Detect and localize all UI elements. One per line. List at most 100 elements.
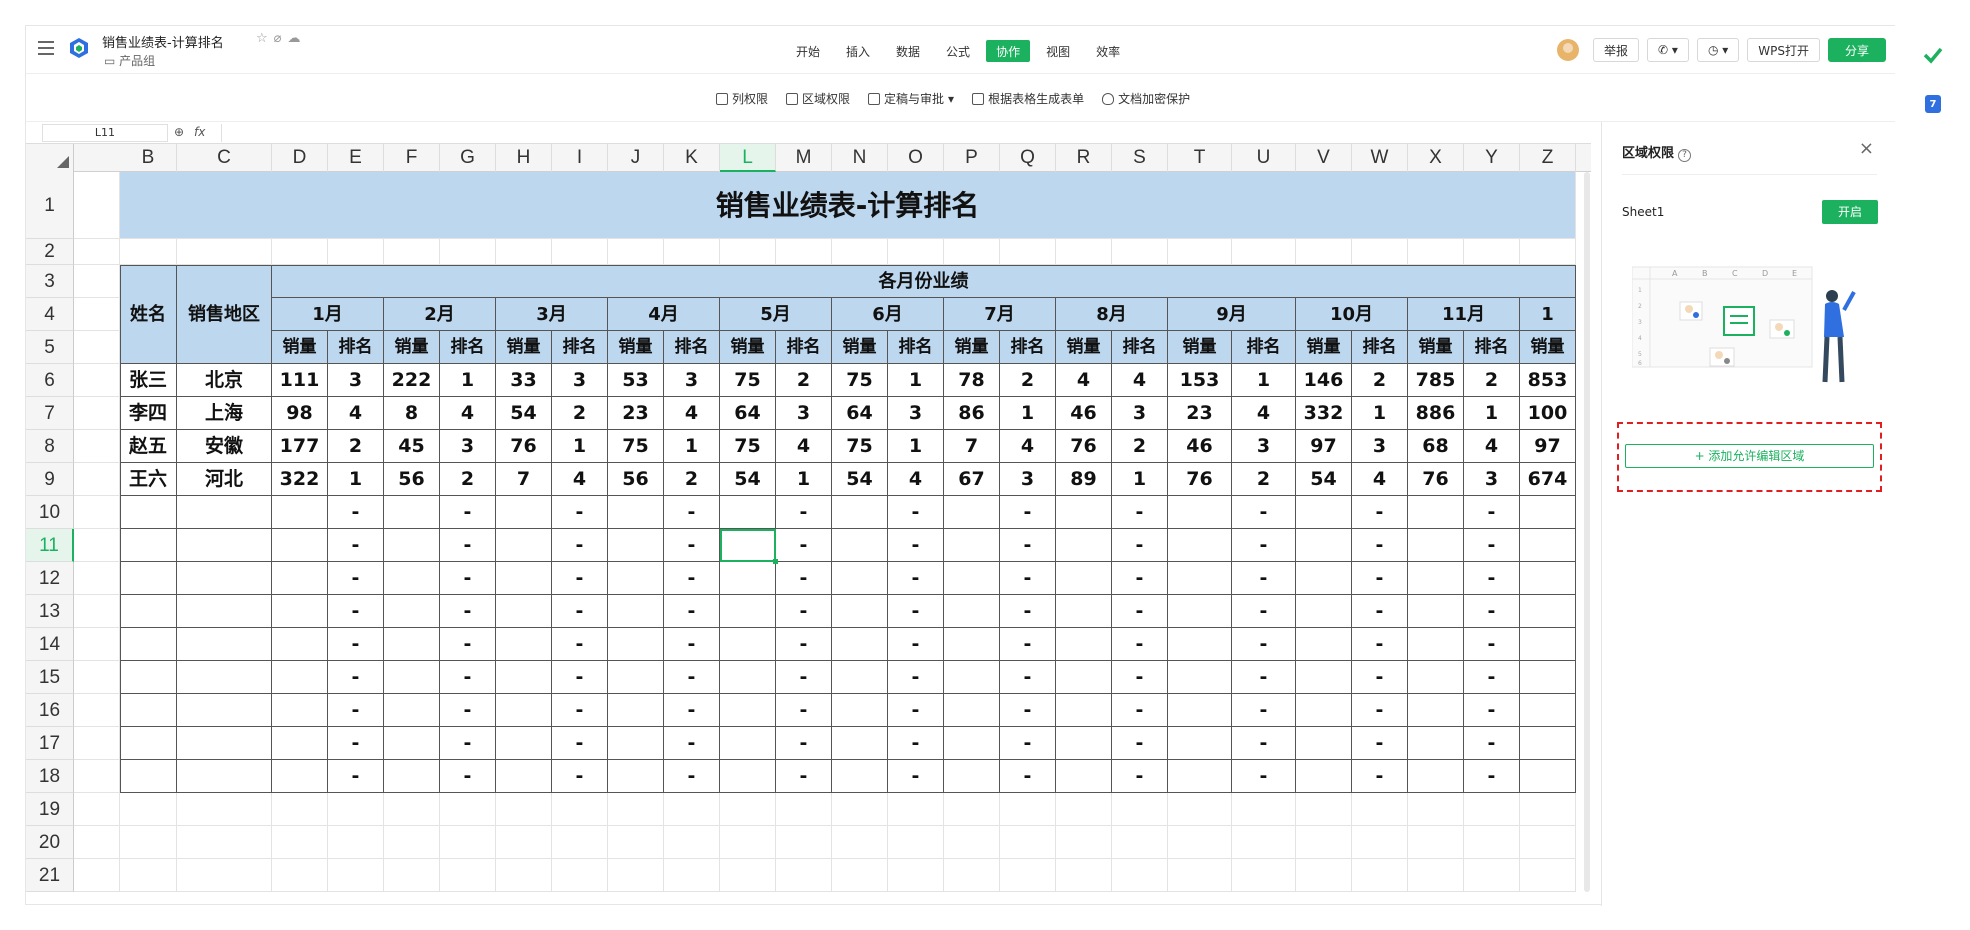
data-cell[interactable]: 1: [552, 430, 608, 463]
cell-empty[interactable]: [272, 694, 328, 727]
rank-placeholder-cell[interactable]: -: [888, 595, 944, 628]
data-cell[interactable]: 2: [1352, 364, 1408, 397]
rank-placeholder-cell[interactable]: -: [776, 595, 832, 628]
column-header-j[interactable]: J: [608, 144, 664, 172]
cell-empty[interactable]: [1296, 529, 1352, 562]
rank-placeholder-cell[interactable]: -: [1352, 529, 1408, 562]
data-cell[interactable]: 3: [1352, 430, 1408, 463]
cell-empty[interactable]: [384, 694, 440, 727]
cell-blank[interactable]: [1464, 239, 1520, 265]
cell-blank[interactable]: [1056, 793, 1112, 826]
add-editable-area-button[interactable]: + 添加允许编辑区域: [1625, 444, 1874, 468]
rank-subheader[interactable]: 排名: [1000, 331, 1056, 364]
cell-blank[interactable]: [1408, 239, 1464, 265]
cell-blank[interactable]: [177, 239, 272, 265]
cell-empty[interactable]: [1168, 628, 1232, 661]
cell-blank[interactable]: [776, 826, 832, 859]
cell-empty[interactable]: [1056, 727, 1112, 760]
rank-placeholder-cell[interactable]: -: [552, 496, 608, 529]
cell-empty[interactable]: [120, 727, 177, 760]
cell-empty[interactable]: [720, 628, 776, 661]
rank-placeholder-cell[interactable]: -: [664, 628, 720, 661]
row-header-9[interactable]: 9: [26, 463, 74, 496]
sales-subheader[interactable]: 销量: [1520, 331, 1576, 364]
cell-gap[interactable]: [74, 661, 120, 694]
data-cell[interactable]: 2: [552, 397, 608, 430]
column-permission-button[interactable]: 列权限: [716, 90, 768, 107]
cell-empty[interactable]: [177, 694, 272, 727]
cell-blank[interactable]: [1112, 793, 1168, 826]
cell-blank[interactable]: [552, 793, 608, 826]
cell-blank[interactable]: [776, 793, 832, 826]
cell-empty[interactable]: [272, 595, 328, 628]
cell-blank[interactable]: [272, 239, 328, 265]
rank-placeholder-cell[interactable]: -: [1112, 760, 1168, 793]
cell-blank[interactable]: [1296, 826, 1352, 859]
cell-empty[interactable]: [832, 496, 888, 529]
cell-blank[interactable]: [1168, 239, 1232, 265]
rank-placeholder-cell[interactable]: -: [888, 661, 944, 694]
rank-subheader[interactable]: 排名: [1352, 331, 1408, 364]
rank-placeholder-cell[interactable]: -: [1464, 496, 1520, 529]
cell-empty[interactable]: [944, 694, 1000, 727]
tag-icon[interactable]: ⌀: [274, 31, 288, 46]
row-header-1[interactable]: 1: [26, 172, 74, 239]
data-cell[interactable]: 54: [832, 463, 888, 496]
rank-placeholder-cell[interactable]: -: [1464, 661, 1520, 694]
row-header-16[interactable]: 16: [26, 694, 74, 727]
sales-subheader[interactable]: 销量: [832, 331, 888, 364]
cell-blank[interactable]: [440, 859, 496, 892]
cell-empty[interactable]: [608, 694, 664, 727]
data-cell[interactable]: 78: [944, 364, 1000, 397]
share-button[interactable]: 分享: [1827, 38, 1886, 62]
rank-placeholder-cell[interactable]: -: [1000, 496, 1056, 529]
column-header-u[interactable]: U: [1232, 144, 1296, 172]
data-cell[interactable]: 4: [1056, 364, 1112, 397]
star-icon[interactable]: ☆: [256, 31, 274, 46]
data-cell[interactable]: 56: [384, 463, 440, 496]
rank-placeholder-cell[interactable]: -: [1464, 628, 1520, 661]
cell-empty[interactable]: [608, 727, 664, 760]
cell-empty[interactable]: [944, 529, 1000, 562]
cell-empty[interactable]: [1408, 529, 1464, 562]
cell-empty[interactable]: [496, 694, 552, 727]
spreadsheet-grid[interactable]: BCDEFGHIJKLMNOPQRSTUVWXYZ 1 2 3 4 5 6 7 8 9 10 11 1…: [26, 144, 1591, 906]
cell-empty[interactable]: [944, 661, 1000, 694]
cell-blank[interactable]: [1520, 859, 1576, 892]
data-cell[interactable]: 86: [944, 397, 1000, 430]
column-header-l[interactable]: L: [720, 144, 776, 172]
history-dropdown[interactable]: ◷ ▾: [1696, 38, 1740, 62]
rank-placeholder-cell[interactable]: -: [440, 760, 496, 793]
rank-placeholder-cell[interactable]: -: [328, 595, 384, 628]
cell-gap[interactable]: [74, 331, 120, 364]
cell-empty[interactable]: [1296, 694, 1352, 727]
column-header-i[interactable]: I: [552, 144, 608, 172]
rank-placeholder-cell[interactable]: -: [1112, 727, 1168, 760]
rank-placeholder-cell[interactable]: -: [328, 760, 384, 793]
cell-empty[interactable]: [1056, 595, 1112, 628]
cell-empty[interactable]: [832, 562, 888, 595]
rank-placeholder-cell[interactable]: -: [776, 562, 832, 595]
check-badge-icon[interactable]: [1923, 45, 1943, 65]
column-header-y[interactable]: Y: [1464, 144, 1520, 172]
data-cell[interactable]: 222: [384, 364, 440, 397]
column-header-x[interactable]: X: [1408, 144, 1464, 172]
call-dropdown[interactable]: ✆ ▾: [1647, 38, 1689, 62]
cell-empty[interactable]: [177, 562, 272, 595]
data-cell[interactable]: 75: [832, 364, 888, 397]
cell-blank[interactable]: [496, 239, 552, 265]
row-header-12[interactable]: 12: [26, 562, 74, 595]
region-header[interactable]: 销售地区: [177, 265, 272, 364]
enable-button[interactable]: 开启: [1822, 200, 1878, 224]
data-cell[interactable]: 67: [944, 463, 1000, 496]
data-cell[interactable]: 97: [1296, 430, 1352, 463]
cell-blank[interactable]: [384, 826, 440, 859]
row-header-18[interactable]: 18: [26, 760, 74, 793]
cell-blank[interactable]: [1112, 859, 1168, 892]
group-header[interactable]: 各月份业绩: [272, 265, 1576, 298]
cell-blank[interactable]: [1296, 239, 1352, 265]
data-cell[interactable]: 3: [1232, 430, 1296, 463]
rank-placeholder-cell[interactable]: -: [1352, 694, 1408, 727]
cell-empty[interactable]: [384, 760, 440, 793]
data-cell[interactable]: 64: [720, 397, 776, 430]
